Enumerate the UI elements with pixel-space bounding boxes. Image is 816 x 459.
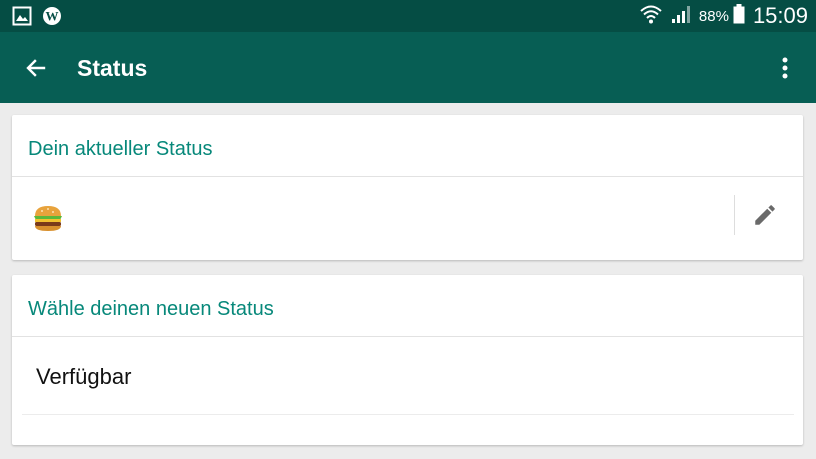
more-vert-icon xyxy=(782,57,788,79)
pencil-icon xyxy=(755,205,775,225)
new-status-header: Wähle deinen neuen Status xyxy=(12,275,803,337)
edit-status-button[interactable] xyxy=(747,199,783,231)
arrow-back-icon xyxy=(26,59,46,77)
clock: 15:09 xyxy=(752,3,808,28)
battery-percentage: 88% xyxy=(698,7,729,25)
page-title: Status xyxy=(77,55,148,81)
wordpress-notification-icon: W xyxy=(42,6,62,26)
new-status-card: Wähle deinen neuen Status Verfügbar xyxy=(12,275,803,445)
overflow-menu-button[interactable] xyxy=(770,52,800,84)
row-divider xyxy=(734,195,735,235)
new-status-heading: Wähle deinen neuen Status xyxy=(28,298,274,320)
list-divider xyxy=(22,414,794,415)
battery-icon xyxy=(733,4,745,28)
current-status-row[interactable] xyxy=(12,177,803,260)
app-toolbar: Status xyxy=(0,32,816,103)
current-status-heading: Dein aktueller Status xyxy=(28,138,213,160)
current-status-card: Dein aktueller Status xyxy=(12,115,803,260)
svg-text:W: W xyxy=(46,9,59,24)
hamburger-emoji-icon xyxy=(32,204,64,232)
wifi-icon xyxy=(639,3,663,29)
status-option-verfuegbar[interactable]: Verfügbar xyxy=(12,337,803,416)
current-status-header: Dein aktueller Status xyxy=(12,115,803,177)
gallery-notification-icon xyxy=(12,6,32,26)
system-status-bar: W 88% 15:09 xyxy=(0,0,816,32)
status-option-label: Verfügbar xyxy=(36,364,132,389)
back-button[interactable] xyxy=(14,53,58,83)
cell-signal-icon xyxy=(671,4,693,28)
